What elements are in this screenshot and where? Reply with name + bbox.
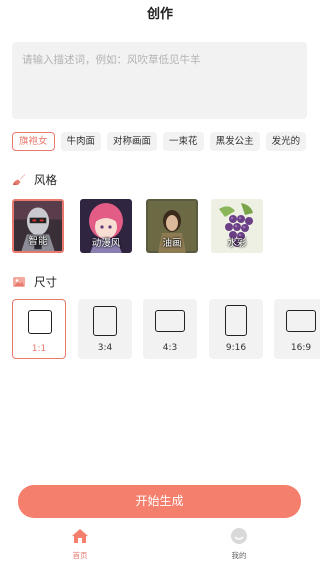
- size-option-label: 1:1: [31, 344, 47, 354]
- tag-list: 旗袍女 牛肉面 对称画面 一束花 黑发公主 发光的: [12, 132, 320, 152]
- size-option-label: 16:9: [290, 343, 312, 353]
- tab-mine-label: 我的: [231, 551, 247, 560]
- page-title: 创作: [146, 7, 173, 22]
- size-option-16-9[interactable]: 16:9: [274, 299, 320, 359]
- style-option-label: 动漫风: [91, 238, 121, 249]
- prompt-box[interactable]: [12, 42, 307, 119]
- size-option-9-16[interactable]: 9:16: [209, 299, 263, 359]
- tag-item[interactable]: 黑发公主: [209, 132, 260, 151]
- profile-icon: [231, 528, 247, 544]
- tag-item[interactable]: 一束花: [163, 132, 204, 151]
- style-option-label: 水彩: [227, 238, 247, 249]
- paintbrush-icon: [13, 174, 26, 185]
- tab-home[interactable]: 首页: [50, 527, 110, 561]
- tag-item[interactable]: 旗袍女: [12, 132, 55, 151]
- style-option-anime[interactable]: 动漫风: [80, 199, 132, 253]
- size-option-3-4[interactable]: 3:4: [78, 299, 132, 359]
- tab-mine[interactable]: 我的: [209, 527, 269, 561]
- size-section-header: 尺寸: [12, 274, 57, 290]
- size-section-title: 尺寸: [34, 275, 57, 289]
- wide-ratio-icon: [286, 310, 316, 332]
- tag-item[interactable]: 发光的: [265, 132, 307, 151]
- style-section-header: 风格: [12, 172, 57, 188]
- tag-item[interactable]: 对称画面: [107, 132, 158, 151]
- size-option-1-1[interactable]: 1:1: [12, 299, 66, 359]
- style-option-oil[interactable]: 油画: [146, 199, 198, 253]
- style-option-label: 油画: [162, 238, 182, 249]
- home-icon: [72, 529, 88, 543]
- image-icon: [13, 277, 25, 287]
- style-option-smart[interactable]: 智能: [12, 199, 64, 253]
- style-section-title: 风格: [34, 173, 57, 187]
- size-option-label: 3:4: [97, 343, 113, 353]
- prompt-input[interactable]: [12, 42, 307, 119]
- tag-item[interactable]: 牛肉面: [60, 132, 102, 151]
- size-option-label: 9:16: [225, 343, 247, 353]
- portrait-ratio-icon: [93, 306, 117, 336]
- bottom-tab-bar: 首页 我的: [0, 522, 320, 569]
- size-option-label: 4:3: [162, 343, 178, 353]
- generate-button[interactable]: 开始生成: [18, 485, 301, 518]
- landscape-ratio-icon: [155, 310, 185, 332]
- square-ratio-icon: [28, 310, 52, 334]
- size-option-4-3[interactable]: 4:3: [143, 299, 197, 359]
- style-option-watercolor[interactable]: 水彩: [211, 199, 263, 253]
- tab-home-label: 首页: [72, 551, 88, 560]
- style-option-label: 智能: [28, 236, 48, 247]
- tall-ratio-icon: [225, 305, 247, 336]
